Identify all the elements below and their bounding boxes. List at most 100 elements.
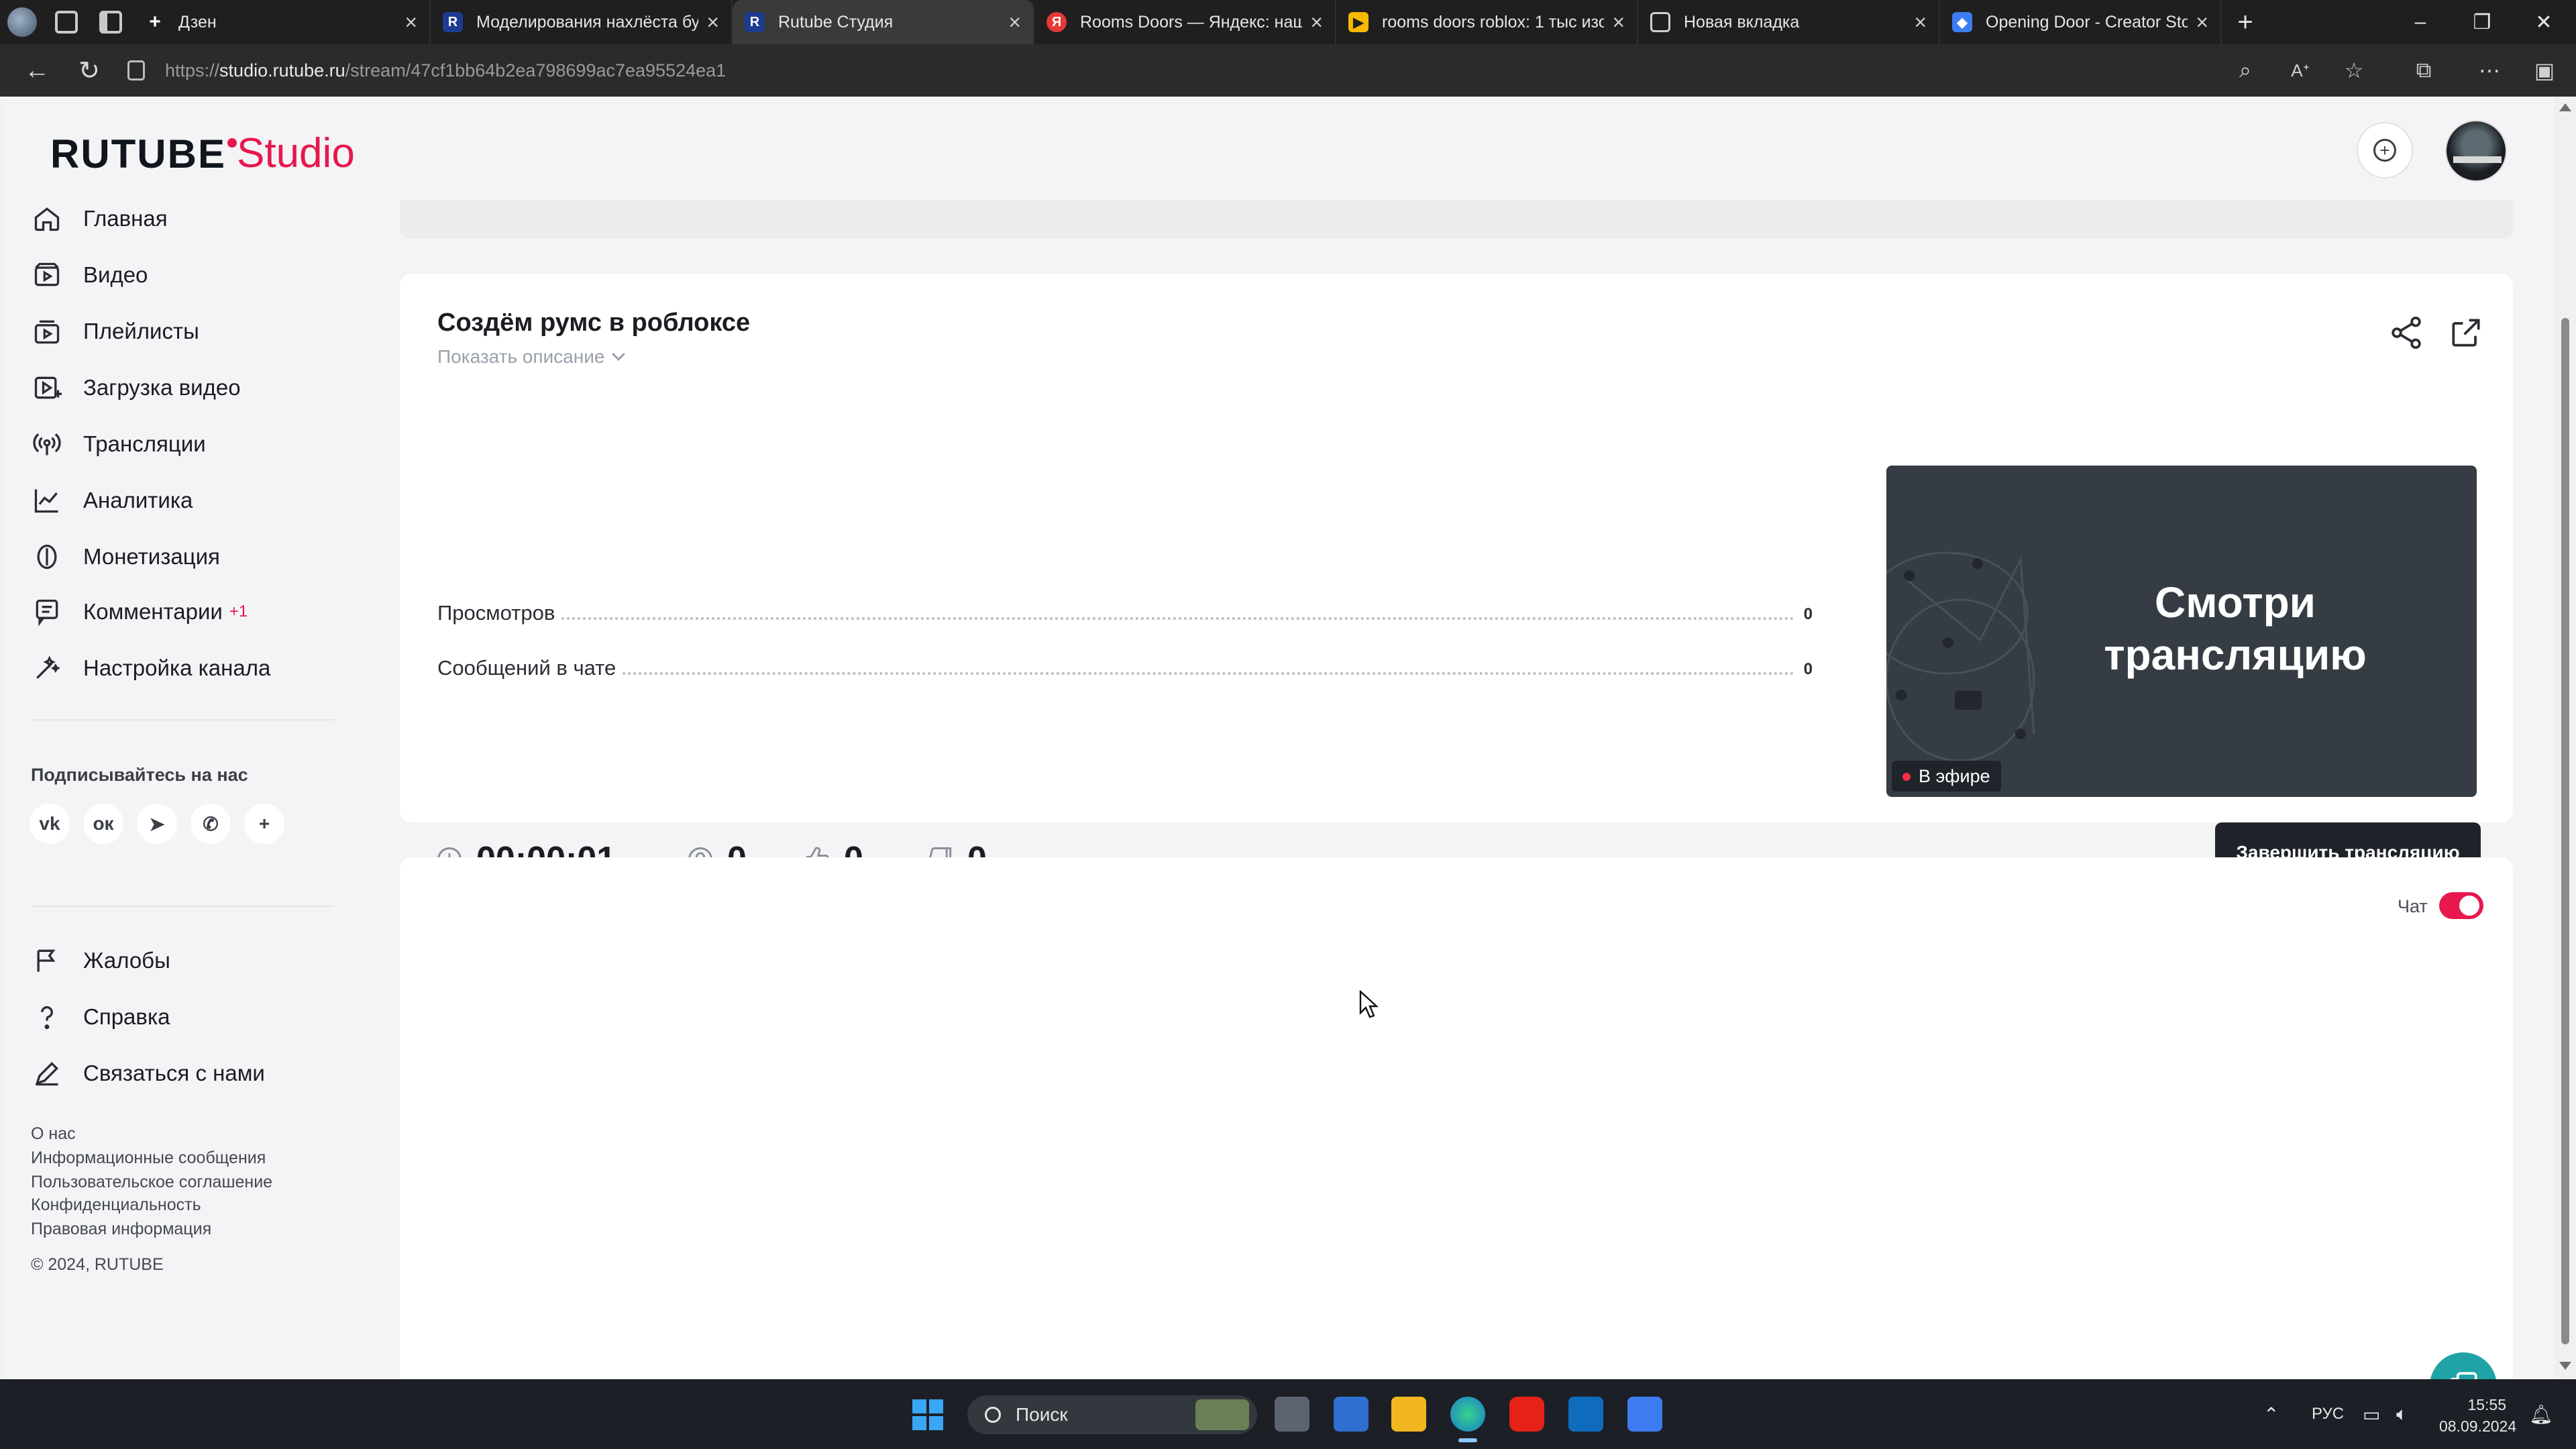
tab-rutube-studio[interactable]: R Rutube Студия × <box>733 0 1034 44</box>
taskbar-search[interactable]: Поиск <box>967 1395 1257 1434</box>
search-icon <box>985 1407 1001 1423</box>
tab-creator-store[interactable]: ◆ Opening Door - Creator Store × <box>1940 0 2222 44</box>
network-icon[interactable]: ▭ <box>2363 1403 2380 1426</box>
show-description-toggle[interactable]: Показать описание <box>437 346 626 368</box>
read-aloud-icon[interactable]: Aᐩ <box>2274 44 2326 97</box>
logo-part1: RUTUBE <box>50 131 226 176</box>
windows-start-icon[interactable] <box>912 1399 943 1430</box>
tab-yandex[interactable]: Я Rooms Doors — Яндекс: нашл × <box>1034 0 1336 44</box>
tab-new[interactable]: Новая вкладка × <box>1638 0 1940 44</box>
share-icon[interactable] <box>2387 314 2425 352</box>
favorite-star-icon[interactable]: ☆ <box>2328 44 2380 97</box>
tray-chevron-up-icon[interactable]: ⌃ <box>2263 1403 2279 1426</box>
sidebar-item-label: Связаться с нами <box>83 1061 265 1085</box>
back-icon[interactable]: ← <box>11 44 63 97</box>
sidebar-item-upload[interactable]: Загрузка видео <box>31 360 333 416</box>
more-menu-icon[interactable]: ⋯ <box>2463 44 2516 97</box>
video-icon <box>31 259 63 291</box>
upload-icon <box>31 372 63 404</box>
logo-part2: Studio <box>237 130 355 176</box>
sidebar-item-analytics[interactable]: Аналитика <box>31 472 333 529</box>
contact-icon <box>31 1057 63 1089</box>
tray-clock[interactable]: 15:55 08.09.2024 <box>2439 1394 2516 1437</box>
new-tab-button[interactable]: + <box>2222 0 2269 44</box>
close-icon[interactable]: × <box>706 10 719 35</box>
tab-label: rooms doors roblox: 1 тыс изо <box>1382 12 1605 32</box>
scroll-down-icon[interactable] <box>2559 1362 2571 1370</box>
stream-preview[interactable]: Смотри трансляцию В эфире <box>1886 466 2477 797</box>
profile-icon[interactable] <box>0 0 44 44</box>
close-icon[interactable]: × <box>1310 10 1323 35</box>
footer-link-privacy[interactable]: Конфиденциальность <box>31 1195 201 1215</box>
tab-modeling[interactable]: R Моделирования нахлёста бу × <box>431 0 733 44</box>
sidebar-item-playlists[interactable]: Плейлисты <box>31 303 333 360</box>
telegram-icon[interactable]: ➤ <box>137 804 177 844</box>
external-link-icon[interactable] <box>2447 314 2485 352</box>
footer-link-legal[interactable]: Правовая информация <box>31 1220 211 1239</box>
chat-card: Чат <box>400 857 2513 1379</box>
edge-browser-icon[interactable] <box>1450 1397 1485 1442</box>
workspaces-icon[interactable] <box>44 0 89 44</box>
page-scrollbar[interactable] <box>2555 97 2576 1379</box>
footer-link-agreement[interactable]: Пользовательское соглашение <box>31 1173 272 1192</box>
preview-line-1: Смотри <box>2155 578 2316 627</box>
minimize-icon[interactable]: – <box>2390 0 2451 44</box>
preview-line-2: трансляцию <box>2104 631 2367 679</box>
sidebar-item-broadcasts[interactable]: Трансляции <box>31 416 333 472</box>
footer-link-about[interactable]: О нас <box>31 1124 76 1144</box>
create-button[interactable]: + <box>2357 122 2413 178</box>
youtube-icon[interactable] <box>1509 1397 1544 1432</box>
url-field[interactable]: https://studio.rutube.ru/stream/47cf1bb6… <box>127 60 726 81</box>
images-favicon-icon: ▶ <box>1348 12 1368 32</box>
avatar[interactable] <box>2445 120 2507 182</box>
close-icon[interactable]: × <box>1914 10 1927 35</box>
tab-dzen[interactable]: + Дзен × <box>133 0 431 44</box>
sidebar-item-channel-settings[interactable]: Настройка канала <box>31 640 333 696</box>
yandex-favicon-icon: Я <box>1046 12 1067 32</box>
vk-icon[interactable]: vk <box>30 804 70 844</box>
sidebar-item-complaints[interactable]: Жалобы <box>31 932 333 989</box>
store-icon[interactable] <box>1334 1397 1368 1432</box>
close-icon[interactable]: × <box>1612 10 1625 35</box>
rutube-studio-logo[interactable]: RUTUBE Studio <box>50 130 355 177</box>
sidebar-toggle-icon[interactable]: ▣ <box>2518 44 2571 97</box>
viber-icon[interactable]: ✆ <box>191 804 231 844</box>
notification-bell-icon[interactable]: 🔔︎ <box>2529 1403 2553 1426</box>
more-icon[interactable]: + <box>244 804 284 844</box>
sidebar-item-contact[interactable]: Связаться с нами <box>31 1045 333 1102</box>
footer-link-info[interactable]: Информационные сообщения <box>31 1148 266 1168</box>
refresh-icon[interactable]: ↻ <box>63 44 115 97</box>
chat-toggle[interactable] <box>2439 892 2483 919</box>
sidebar-item-monetization[interactable]: Монетизация <box>31 529 333 585</box>
tray-language[interactable]: РУС <box>2312 1405 2344 1424</box>
scroll-up-icon[interactable] <box>2559 103 2571 111</box>
tab-actions-icon[interactable] <box>89 0 133 44</box>
close-icon[interactable]: × <box>2196 10 2208 35</box>
roblox-studio-icon[interactable] <box>1627 1397 1662 1432</box>
close-icon[interactable]: × <box>405 10 417 35</box>
sidebar-item-comments[interactable]: Комментарии +1 <box>31 584 333 640</box>
volume-icon[interactable]: 🔈︎ <box>2396 1403 2408 1426</box>
search-highlight-icon <box>1195 1399 1249 1430</box>
extensions-icon[interactable]: ⧉ <box>2398 44 2450 97</box>
file-explorer-icon[interactable] <box>1391 1397 1426 1432</box>
sidebar-item-video[interactable]: Видео <box>31 247 333 303</box>
zoom-icon[interactable]: ⌕ <box>2219 44 2271 97</box>
address-bar: ← ↻ https://studio.rutube.ru/stream/47cf… <box>0 44 2576 97</box>
close-icon[interactable]: × <box>1008 10 1021 35</box>
close-window-icon[interactable]: ✕ <box>2513 0 2575 44</box>
scrollbar-thumb[interactable] <box>2561 318 2569 1344</box>
sidebar-item-home[interactable]: Главная <box>31 191 333 247</box>
outlook-icon[interactable] <box>1568 1397 1603 1432</box>
sidebar-item-label: Справка <box>83 1004 170 1029</box>
stat-value: 0 <box>1803 660 1813 678</box>
sidebar-item-help[interactable]: Справка <box>31 989 333 1045</box>
tab-label: Новая вкладка <box>1684 12 1800 32</box>
newtab-favicon-icon <box>1650 12 1670 32</box>
tab-label: Дзен <box>178 12 217 32</box>
restore-icon[interactable]: ❐ <box>2451 0 2513 44</box>
task-view-icon[interactable] <box>1275 1397 1309 1432</box>
rutube-favicon-icon: R <box>443 12 463 32</box>
tab-images[interactable]: ▶ rooms doors roblox: 1 тыс изо × <box>1336 0 1638 44</box>
ok-icon[interactable]: ок <box>83 804 123 844</box>
